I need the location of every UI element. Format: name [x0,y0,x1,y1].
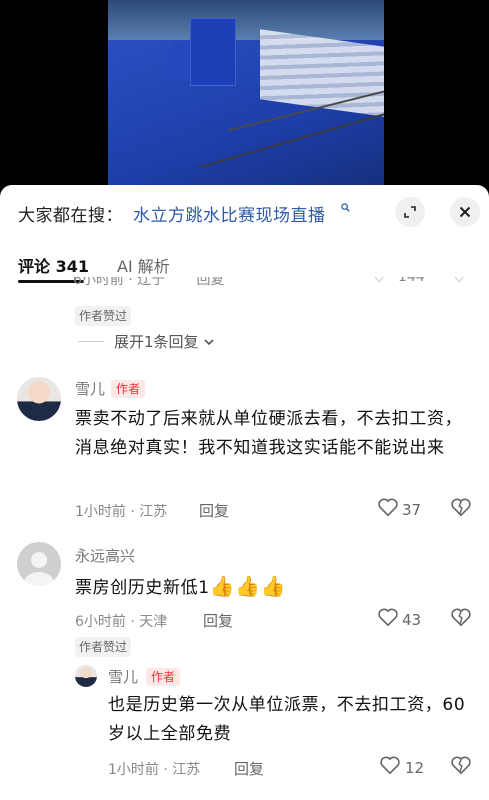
comment-text: 票卖不动了后来就从单位硬派去看，不去扣工资，消息绝对真实！我不知道我这实话能不能… [75,409,463,458]
broken-heart-icon[interactable] [450,607,472,632]
avatar[interactable] [17,377,61,421]
like-count: 43 [402,611,422,629]
avatar-head [31,551,47,568]
tab-comments[interactable]: 评论 341 [18,253,89,277]
comment-username[interactable]: 永远高兴 [75,545,135,566]
chevron-down-icon [203,338,214,345]
thumbs-up-icon: 👍 [260,574,287,598]
comment-location: 辽宁 [137,277,166,288]
comment-time: 6小时前 [73,277,124,288]
close-icon [459,206,471,218]
search-icon[interactable] [341,201,350,215]
expand-icon [404,206,416,218]
close-button[interactable] [450,197,480,227]
tab-ai-analysis[interactable]: AI 解析 [117,253,170,277]
expand-button[interactable] [395,197,425,227]
reply-time-location: 1小时前 · 江苏 [108,762,201,778]
search-suggestion-bar: 大家都在搜： 水立方跳水比赛现场直播 [0,185,489,237]
comment-text: 票房创历史新低1 [75,578,210,598]
heart-icon[interactable] [377,497,399,522]
like-count: 144 [398,277,425,285]
previous-comment-meta: 6小时前 · 辽宁 回复 ♡ 144 ♡ [0,277,489,291]
author-tag: 作者 [111,380,146,398]
reply-text: 也是历史第一次从单位派票，不去扣工资，60岁以上全部免费 [108,695,466,744]
search-suggestion-link[interactable]: 水立方跳水比赛现场直播 [133,201,326,226]
comment-time-location: 6小时前 · 天津 [75,614,168,630]
avatar[interactable] [17,542,61,586]
video-diving-tower [190,18,236,86]
thumbs-up-icon: 👍 [209,574,236,598]
reply-button[interactable]: 回复 [234,758,264,779]
reply-button[interactable]: 回复 [199,500,229,521]
like-count: 12 [405,759,425,777]
comment-username[interactable]: 雪儿 [75,378,105,399]
video-frame [108,0,384,185]
heart-icon[interactable]: ♡ [372,277,386,286]
heart-icon[interactable] [377,607,399,632]
comment-text-row: 票房创历史新低1👍👍👍 [75,572,475,603]
divider [78,341,104,342]
avatar-body [23,571,55,586]
video-stands [108,0,384,40]
author-liked-badge: 作者赞过 [75,306,132,326]
broken-heart-icon[interactable]: ♡ [452,277,466,286]
search-prefix: 大家都在搜： [18,206,123,226]
video-player[interactable] [0,0,489,185]
reply-button[interactable]: 回复 [203,610,233,631]
reply-button[interactable]: 回复 [196,277,224,288]
expand-replies-label: 展开1条回复 [114,333,199,351]
avatar[interactable] [75,665,97,687]
author-liked-badge: 作者赞过 [75,637,132,657]
comment-tabs: 评论 341 AI 解析 [0,247,489,283]
expand-replies-button[interactable]: 展开1条回复 [78,331,216,352]
heart-icon[interactable] [379,755,401,780]
like-count: 37 [402,501,422,519]
broken-heart-icon[interactable] [450,497,472,522]
author-tag: 作者 [146,668,181,686]
reply-username[interactable]: 雪儿 [108,666,138,687]
broken-heart-icon[interactable] [450,755,472,780]
thumbs-up-icon: 👍 [235,574,261,598]
comment-time-location: 1小时前 · 江苏 [75,504,168,520]
comment-sheet: 大家都在搜： 水立方跳水比赛现场直播 评论 341 AI 解析 6小时前 · 辽… [0,185,489,800]
